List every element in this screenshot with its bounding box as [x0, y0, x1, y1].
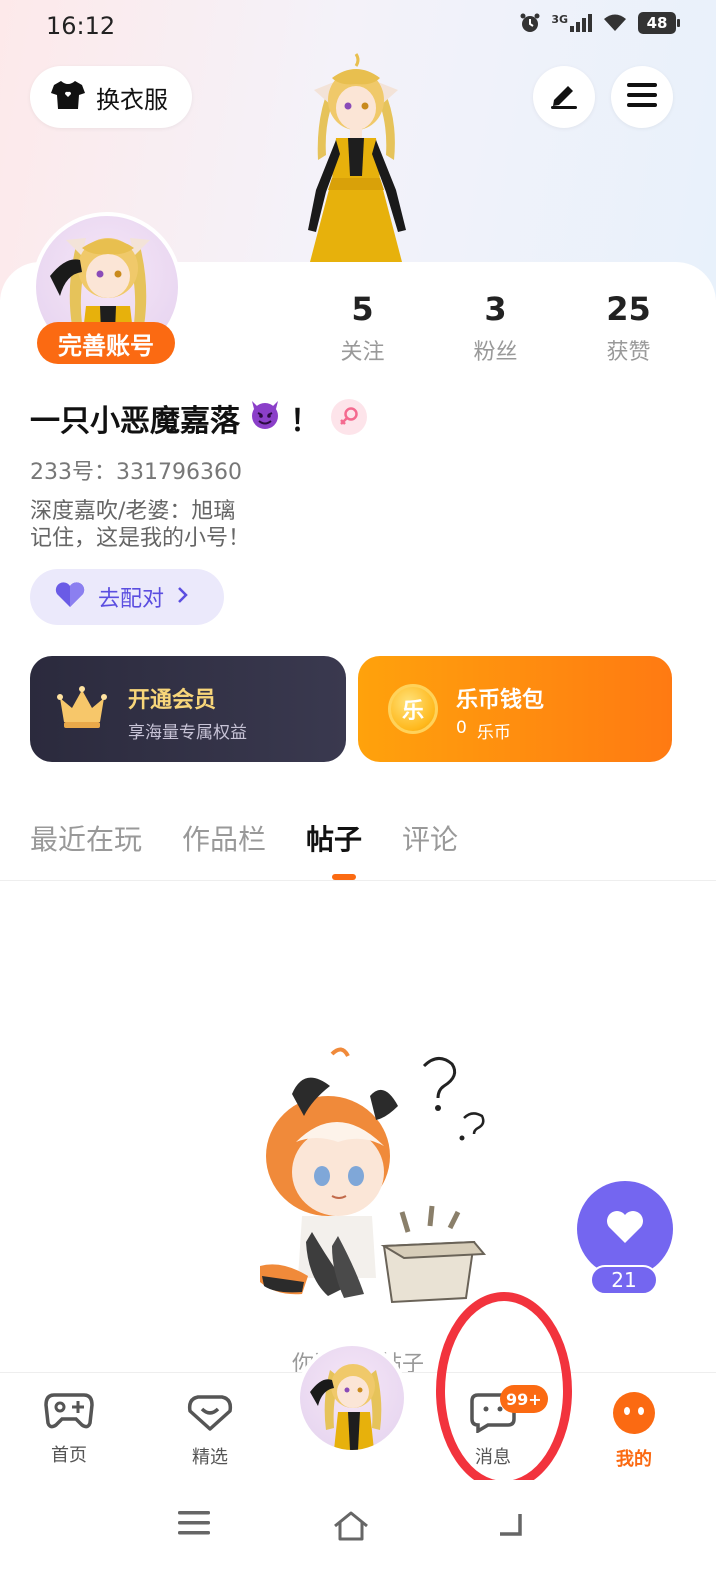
battery-indicator: 48 — [638, 12, 680, 34]
wallet-card[interactable]: 乐 乐币钱包 0 乐币 — [358, 656, 672, 762]
stat-following[interactable]: 5 关注 — [296, 290, 429, 366]
status-icons: 3G 48 — [519, 12, 680, 34]
edit-icon — [548, 80, 580, 114]
crown-icon — [56, 684, 108, 734]
bio-line: 深度嘉吹/老婆：旭璃 — [30, 499, 236, 524]
battery-level: 48 — [646, 14, 668, 32]
devil-emoji-icon — [248, 397, 282, 439]
change-outfit-button[interactable]: 换衣服 — [30, 66, 192, 128]
stat-label: 获赞 — [606, 340, 651, 365]
tab-works[interactable]: 作品栏 — [182, 818, 266, 858]
bio: 深度嘉吹/老婆：旭璃 记住，这是我的小号！ — [30, 498, 250, 552]
home-icon[interactable] — [332, 1510, 370, 1546]
nav-center-avatar[interactable] — [296, 1342, 408, 1454]
network-label: 3G — [551, 13, 568, 26]
stat-followers[interactable]: 3 粉丝 — [429, 290, 562, 366]
stat-likes[interactable]: 25 获赞 — [562, 290, 695, 366]
alarm-icon — [519, 12, 541, 34]
annotation-circle — [436, 1292, 572, 1490]
coin-char: 乐 — [401, 699, 424, 724]
nav-profile[interactable]: 我的 — [589, 1391, 679, 1471]
complete-account-button[interactable]: 完善账号 — [37, 322, 175, 364]
empty-state-illustration — [252, 1046, 502, 1310]
vip-title: 开通会员 — [128, 688, 217, 713]
edit-profile-button[interactable] — [533, 66, 595, 128]
profile-tabs: 最近在玩 作品栏 帖子 评论 — [30, 818, 458, 858]
gamepad-icon — [44, 1393, 94, 1435]
user-id: 233号：331796360 — [30, 460, 242, 485]
stat-value: 5 — [351, 290, 374, 328]
match-label: 去配对 — [98, 587, 165, 612]
change-outfit-label: 换衣服 — [96, 85, 168, 114]
stat-value: 3 — [484, 290, 507, 328]
status-time: 16:12 — [46, 12, 116, 40]
chevron-right-icon — [176, 585, 190, 609]
recent-apps-icon[interactable] — [178, 1510, 210, 1540]
signal-icon: 3G — [551, 13, 592, 32]
nav-label: 首页 — [51, 1445, 87, 1466]
stat-label: 关注 — [340, 340, 385, 365]
nav-home[interactable]: 首页 — [24, 1391, 114, 1467]
wallet-title: 乐币钱包 — [456, 688, 545, 713]
tab-comments[interactable]: 评论 — [402, 818, 458, 858]
divider — [0, 880, 716, 881]
stat-label: 粉丝 — [473, 340, 518, 365]
stat-value: 25 — [606, 290, 651, 328]
coin-icon: 乐 — [388, 684, 438, 734]
like-button[interactable] — [577, 1181, 673, 1277]
status-bar: 16:12 3G 48 — [0, 0, 716, 52]
female-gender-icon — [331, 399, 367, 435]
menu-button[interactable] — [611, 66, 673, 128]
tab-posts[interactable]: 帖子 — [306, 818, 362, 858]
wifi-icon — [602, 13, 628, 33]
nav-featured[interactable]: 精选 — [165, 1391, 255, 1469]
shirt-icon — [50, 79, 86, 115]
wallet-balance: 0 乐币 — [456, 718, 511, 743]
wallet-amount: 0 — [456, 718, 467, 738]
back-icon[interactable] — [496, 1510, 524, 1542]
bio-line: 记住，这是我的小号！ — [30, 526, 251, 551]
nickname: 一只小恶魔嘉落 ！ — [30, 396, 320, 440]
system-navigation-bar — [0, 1480, 716, 1596]
face-icon — [612, 1392, 656, 1439]
match-button[interactable]: 去配对 — [30, 569, 224, 625]
tab-recently-played[interactable]: 最近在玩 — [30, 818, 142, 858]
heart-box-icon — [186, 1395, 234, 1437]
profile-stats: 5 关注 3 粉丝 25 获赞 — [296, 290, 696, 366]
heart-icon — [605, 1209, 645, 1249]
nav-label: 我的 — [616, 1449, 652, 1470]
nickname-text: 一只小恶魔嘉落 — [30, 404, 240, 439]
character-figure[interactable] — [276, 50, 436, 262]
nickname-suffix: ！ — [290, 404, 320, 439]
nav-label: 精选 — [192, 1447, 228, 1468]
vip-membership-card[interactable]: 开通会员 享海量专属权益 — [30, 656, 346, 762]
vip-subtitle: 享海量专属权益 — [128, 723, 247, 743]
center-avatar-image — [300, 1346, 404, 1450]
like-count: 21 — [590, 1265, 658, 1295]
wallet-unit: 乐币 — [476, 723, 511, 743]
menu-icon — [627, 82, 657, 112]
purple-heart-icon — [54, 581, 86, 613]
